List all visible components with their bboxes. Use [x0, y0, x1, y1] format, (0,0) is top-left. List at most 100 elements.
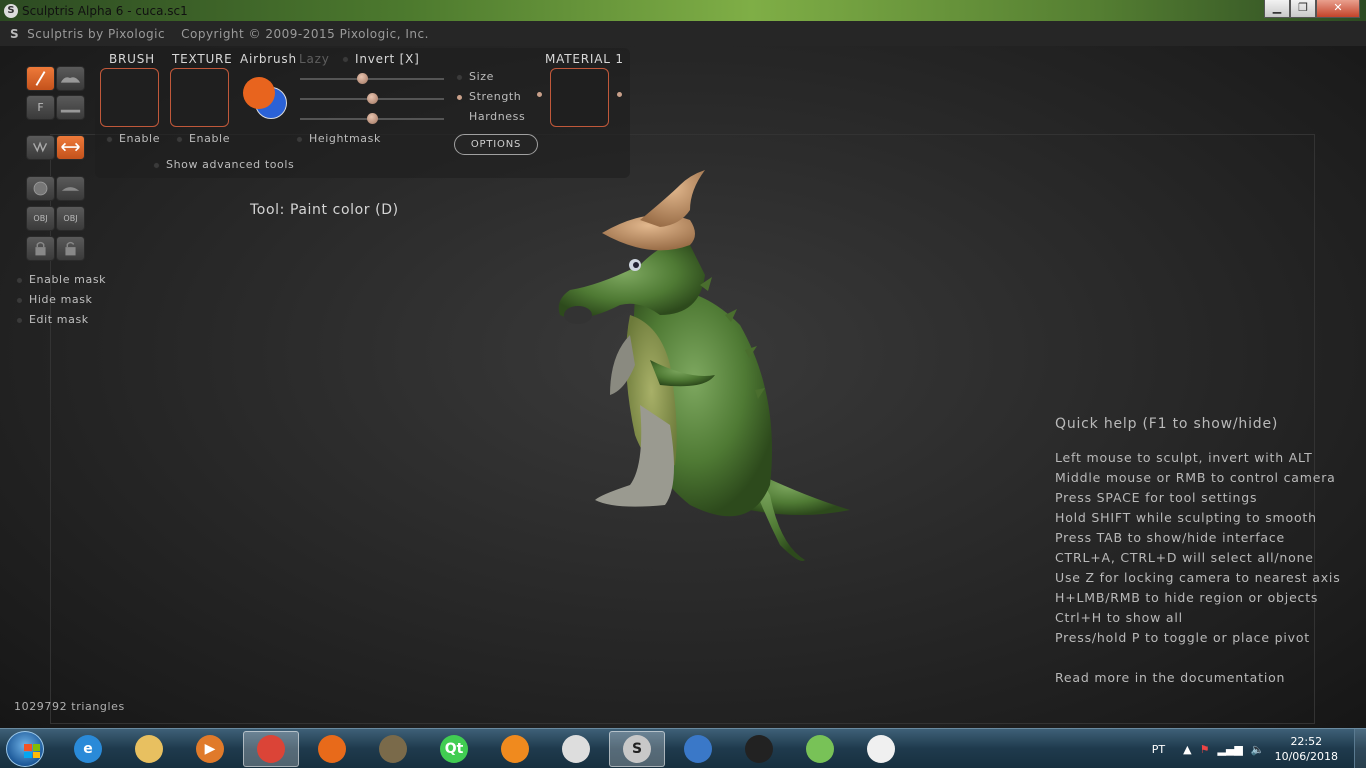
brush-enable-toggle[interactable]: Enable	[106, 132, 160, 145]
edit-mask-label: Edit mask	[29, 313, 89, 326]
texture-enable-toggle[interactable]: Enable	[176, 132, 230, 145]
primary-color-swatch[interactable]	[243, 77, 275, 109]
taskbar-item-chrome[interactable]	[243, 731, 299, 767]
symmetry-arrows-icon	[61, 142, 80, 152]
edit-mask-toggle[interactable]: Edit mask	[16, 313, 89, 326]
documentation-link[interactable]: Read more in the documentation	[1055, 670, 1341, 685]
brush-header: BRUSH	[109, 52, 155, 66]
airbrush-toggle[interactable]: Airbrush	[240, 52, 297, 66]
texture-slot[interactable]	[170, 68, 229, 127]
language-indicator[interactable]: PT	[1152, 743, 1165, 756]
hardness-slider-knob[interactable]	[367, 113, 378, 124]
internet-explorer-icon: e	[74, 735, 102, 763]
inflate-tool[interactable]	[56, 66, 85, 91]
taskbar-item-media-player[interactable]: ▶	[182, 731, 238, 767]
inkscape-icon	[745, 735, 773, 763]
taskbar-item-sculptris[interactable]: S	[609, 731, 665, 767]
taskbar-item-firefox[interactable]	[304, 731, 360, 767]
quick-help-line: Press/hold P to toggle or place pivot	[1055, 630, 1310, 645]
taskbar-item-file-explorer[interactable]	[121, 731, 177, 767]
network-icon[interactable]: ▂▄▆	[1218, 743, 1243, 756]
texture-enable-dot	[176, 135, 183, 143]
draw-brush-icon	[35, 71, 46, 86]
clock[interactable]: 22:52 10/06/2018	[1275, 734, 1338, 764]
qt-creator-icon: Qt	[440, 735, 468, 763]
taskbar-item-blender[interactable]	[487, 731, 543, 767]
quick-help-line: Press SPACE for tool settings	[1055, 490, 1258, 505]
lock-tool[interactable]	[26, 236, 55, 261]
texture-header: TEXTURE	[172, 52, 233, 66]
symmetry-tool[interactable]	[56, 135, 85, 160]
import-obj-tool[interactable]: OBJ	[26, 206, 55, 231]
material-prev-dot[interactable]	[536, 91, 543, 98]
enable-mask-dot	[16, 276, 23, 284]
minimize-button[interactable]: ▁	[1264, 0, 1290, 18]
heightmask-dot	[296, 135, 303, 143]
quick-help-line: H+LMB/RMB to hide region or objects	[1055, 590, 1319, 605]
triangle-count: 1029792 triangles	[14, 700, 125, 713]
taskbar-item-inkscape[interactable]	[731, 731, 787, 767]
taskbar-item-gimp[interactable]	[365, 731, 421, 767]
show-hidden-icons[interactable]: ▲	[1183, 743, 1191, 756]
unlock-tool[interactable]	[56, 236, 85, 261]
hide-mask-dot	[16, 296, 23, 304]
copyright-text: Copyright © 2009-2015 Pixologic, Inc.	[181, 26, 429, 41]
strength-dot	[456, 93, 463, 101]
unity-icon	[562, 735, 590, 763]
material-next-dot[interactable]	[616, 91, 623, 98]
size-slider-knob[interactable]	[356, 73, 368, 84]
draw-brush-tool[interactable]	[26, 66, 55, 91]
flatten-tool[interactable]: F	[26, 95, 55, 120]
volume-icon[interactable]: 🔈	[1251, 743, 1265, 756]
sculpted-model[interactable]	[540, 165, 860, 575]
export-obj-tool[interactable]: OBJ	[56, 206, 85, 231]
window-title: Sculptris Alpha 6 - cuca.sc1	[22, 3, 188, 18]
size-row[interactable]: Size	[456, 70, 494, 83]
plane-tool[interactable]	[56, 176, 85, 201]
strength-row[interactable]: Strength	[456, 90, 521, 103]
media-player-icon: ▶	[196, 735, 224, 763]
show-desktop-button[interactable]	[1354, 729, 1366, 768]
start-button[interactable]	[6, 731, 44, 767]
material-header: MATERIAL 1	[545, 52, 624, 66]
material-slot[interactable]	[550, 68, 609, 127]
quick-help-line: Middle mouse or RMB to control camera	[1055, 470, 1336, 485]
action-center-flag-icon[interactable]: ⚑	[1200, 743, 1210, 756]
strength-slider-knob[interactable]	[367, 93, 378, 104]
android-studio-icon	[806, 735, 834, 763]
invert-label: Invert [X]	[355, 52, 420, 66]
taskbar-item-android-studio[interactable]	[792, 731, 848, 767]
heightmask-toggle[interactable]: Heightmask	[296, 132, 381, 145]
close-button[interactable]: ✕	[1316, 0, 1360, 18]
lazy-toggle[interactable]: Lazy	[299, 52, 330, 66]
brush-enable-label: Enable	[119, 132, 161, 145]
size-slider[interactable]	[300, 78, 444, 80]
header-bar: S Sculptris by Pixologic Copyright © 200…	[0, 21, 1366, 46]
crease-tool[interactable]	[56, 95, 85, 120]
options-button[interactable]: OPTIONS	[454, 134, 538, 155]
brush-slot[interactable]	[100, 68, 159, 127]
current-tool-status: Tool: Paint color (D)	[250, 202, 399, 218]
taskbar-item-internet-explorer[interactable]: e	[60, 731, 116, 767]
blender-icon	[501, 735, 529, 763]
hide-mask-toggle[interactable]: Hide mask	[16, 293, 93, 306]
maximize-button[interactable]: ❐	[1290, 0, 1316, 18]
taskbar-item-qt-creator[interactable]: Qt	[426, 731, 482, 767]
system-tray: PT ▲ ⚑ ▂▄▆ 🔈 22:52 10/06/2018	[1152, 729, 1366, 768]
quick-help-line: Use Z for locking camera to nearest axis	[1055, 570, 1341, 585]
windows-logo-icon	[24, 744, 40, 758]
grab-tool[interactable]	[26, 135, 55, 160]
taskbar-item-bitmap-app[interactable]	[670, 731, 726, 767]
taskbar-item-zbrush[interactable]	[853, 731, 909, 767]
invert-toggle[interactable]: Invert [X]	[342, 52, 420, 66]
import-obj-label: OBJ	[33, 214, 48, 223]
window-title-bar: S Sculptris Alpha 6 - cuca.sc1 ▁ ❐ ✕	[0, 0, 1366, 21]
show-advanced-toggle[interactable]: Show advanced tools	[153, 158, 294, 171]
sphere-tool[interactable]	[26, 176, 55, 201]
taskbar-item-unity[interactable]	[548, 731, 604, 767]
file-explorer-icon	[135, 735, 163, 763]
enable-mask-label: Enable mask	[29, 273, 107, 286]
texture-enable-label: Enable	[189, 132, 231, 145]
clock-date: 10/06/2018	[1274, 750, 1338, 763]
enable-mask-toggle[interactable]: Enable mask	[16, 273, 106, 286]
